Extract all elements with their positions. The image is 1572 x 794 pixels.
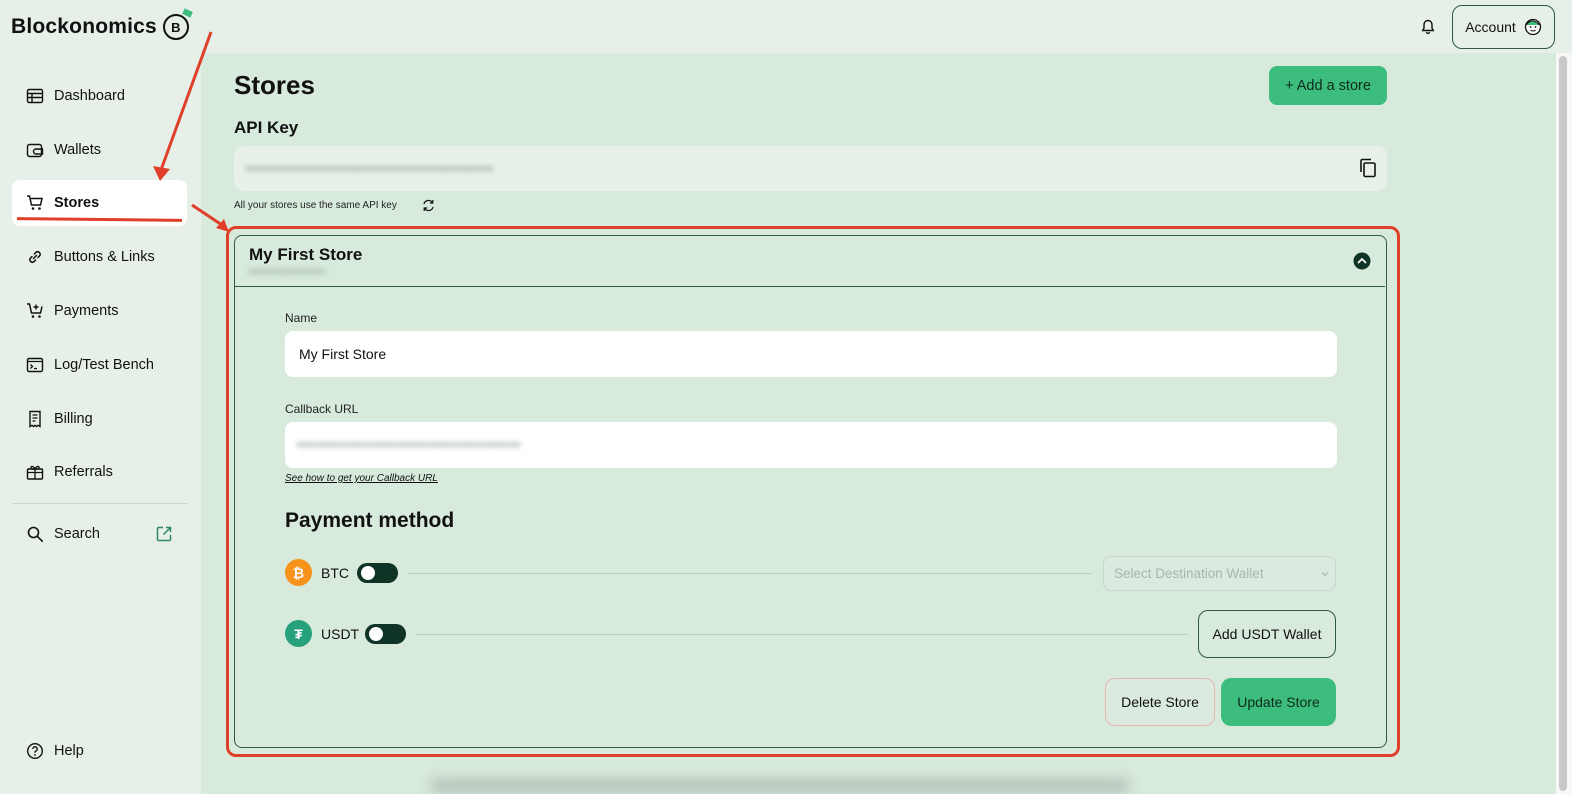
- help-icon: [26, 742, 44, 760]
- logo-text: Blockonomics: [11, 15, 157, 38]
- sidebar-item-label: Search: [54, 526, 100, 542]
- payment-method-title: Payment method: [285, 509, 455, 532]
- btc-row-line: [408, 573, 1092, 574]
- add-store-button[interactable]: + Add a store: [1269, 66, 1387, 105]
- api-key-value: ••••••••••••••••••••••••••••••••••••••••…: [246, 160, 494, 176]
- sidebar-item-label: Stores: [54, 195, 100, 211]
- search-icon: [27, 526, 43, 542]
- sidebar-item-buttons-links[interactable]: Buttons & Links: [12, 234, 187, 280]
- cart-plus-icon: [27, 303, 43, 318]
- tether-icon: ₮: [285, 620, 312, 647]
- gift-icon: [26, 465, 44, 480]
- refresh-icon[interactable]: [422, 199, 435, 212]
- receipt-icon: [29, 410, 41, 428]
- update-store-button[interactable]: Update Store: [1221, 678, 1336, 726]
- callback-url-label: Callback URL: [285, 402, 359, 416]
- bitcoin-icon: ₿: [285, 559, 312, 586]
- api-key-note: All your stores use the same API key: [234, 200, 397, 211]
- annotation-highlight-box: [226, 226, 1400, 757]
- account-button[interactable]: Account: [1452, 5, 1555, 49]
- sidebar-item-label: Billing: [54, 411, 93, 427]
- callback-url-field[interactable]: ••••••••••••••••••••••••••••••••••••••: [285, 422, 1337, 468]
- sidebar-item-wallets[interactable]: Wallets: [12, 127, 187, 173]
- usdt-toggle[interactable]: [365, 624, 406, 644]
- name-label: Name: [285, 311, 318, 325]
- callback-url-value: ••••••••••••••••••••••••••••••••••••••: [297, 436, 522, 452]
- top-bar: Blockonomics B Account: [0, 0, 1572, 54]
- sidebar-item-payments[interactable]: Payments: [12, 288, 187, 334]
- sidebar-item-log-test-bench[interactable]: Log/Test Bench: [12, 342, 187, 388]
- logo[interactable]: Blockonomics B: [11, 14, 189, 40]
- sidebar-item-label: Help: [54, 743, 84, 759]
- sidebar-item-label: Dashboard: [54, 88, 125, 104]
- select-placeholder: Select Destination Wallet: [1114, 566, 1264, 581]
- account-label: Account: [1465, 19, 1516, 35]
- scrollbar-thumb[interactable]: [1559, 56, 1567, 791]
- sidebar-item-label: Wallets: [54, 142, 101, 158]
- sidebar-item-help[interactable]: Help: [12, 728, 187, 774]
- chevron-down-icon: [1321, 572, 1329, 577]
- destination-wallet-select[interactable]: Select Destination Wallet: [1103, 556, 1336, 591]
- name-value: My First Store: [299, 346, 387, 362]
- page-title: Stores: [234, 70, 315, 100]
- cart-icon: [27, 195, 43, 210]
- sidebar-item-label: Log/Test Bench: [54, 357, 154, 373]
- btc-toggle[interactable]: [357, 563, 398, 583]
- sidebar-item-dashboard[interactable]: Dashboard: [12, 73, 187, 119]
- table-icon: [26, 88, 44, 104]
- sidebar-item-label: Buttons & Links: [54, 249, 155, 265]
- usdt-row-line: [416, 634, 1188, 635]
- sidebar-divider: [12, 503, 187, 504]
- usdt-label: USDT: [321, 626, 360, 642]
- api-key-field[interactable]: ••••••••••••••••••••••••••••••••••••••••…: [234, 146, 1387, 191]
- wallet-icon: [26, 143, 44, 158]
- btc-label: BTC: [321, 565, 349, 581]
- link-icon: [29, 251, 41, 263]
- callback-help-link[interactable]: See how to get your Callback URL: [285, 473, 438, 484]
- external-link-icon[interactable]: [155, 525, 173, 543]
- logo-mark-letter: B: [171, 19, 181, 35]
- bottom-shadow: [430, 778, 1130, 794]
- copy-icon[interactable]: [1359, 158, 1377, 178]
- name-field[interactable]: My First Store: [285, 331, 1337, 377]
- terminal-icon: [26, 357, 44, 373]
- delete-store-button[interactable]: Delete Store: [1105, 678, 1215, 726]
- sidebar-item-label: Referrals: [54, 464, 113, 480]
- bell-icon[interactable]: [1421, 19, 1435, 35]
- logo-mark-icon: B: [162, 14, 189, 40]
- sidebar-item-label: Payments: [54, 303, 119, 319]
- avatar-icon: [1524, 18, 1541, 36]
- add-usdt-wallet-button[interactable]: Add USDT Wallet: [1198, 610, 1336, 658]
- sidebar-item-referrals[interactable]: Referrals: [12, 449, 187, 495]
- api-key-label: API Key: [234, 118, 299, 137]
- sidebar-item-billing[interactable]: Billing: [12, 396, 187, 442]
